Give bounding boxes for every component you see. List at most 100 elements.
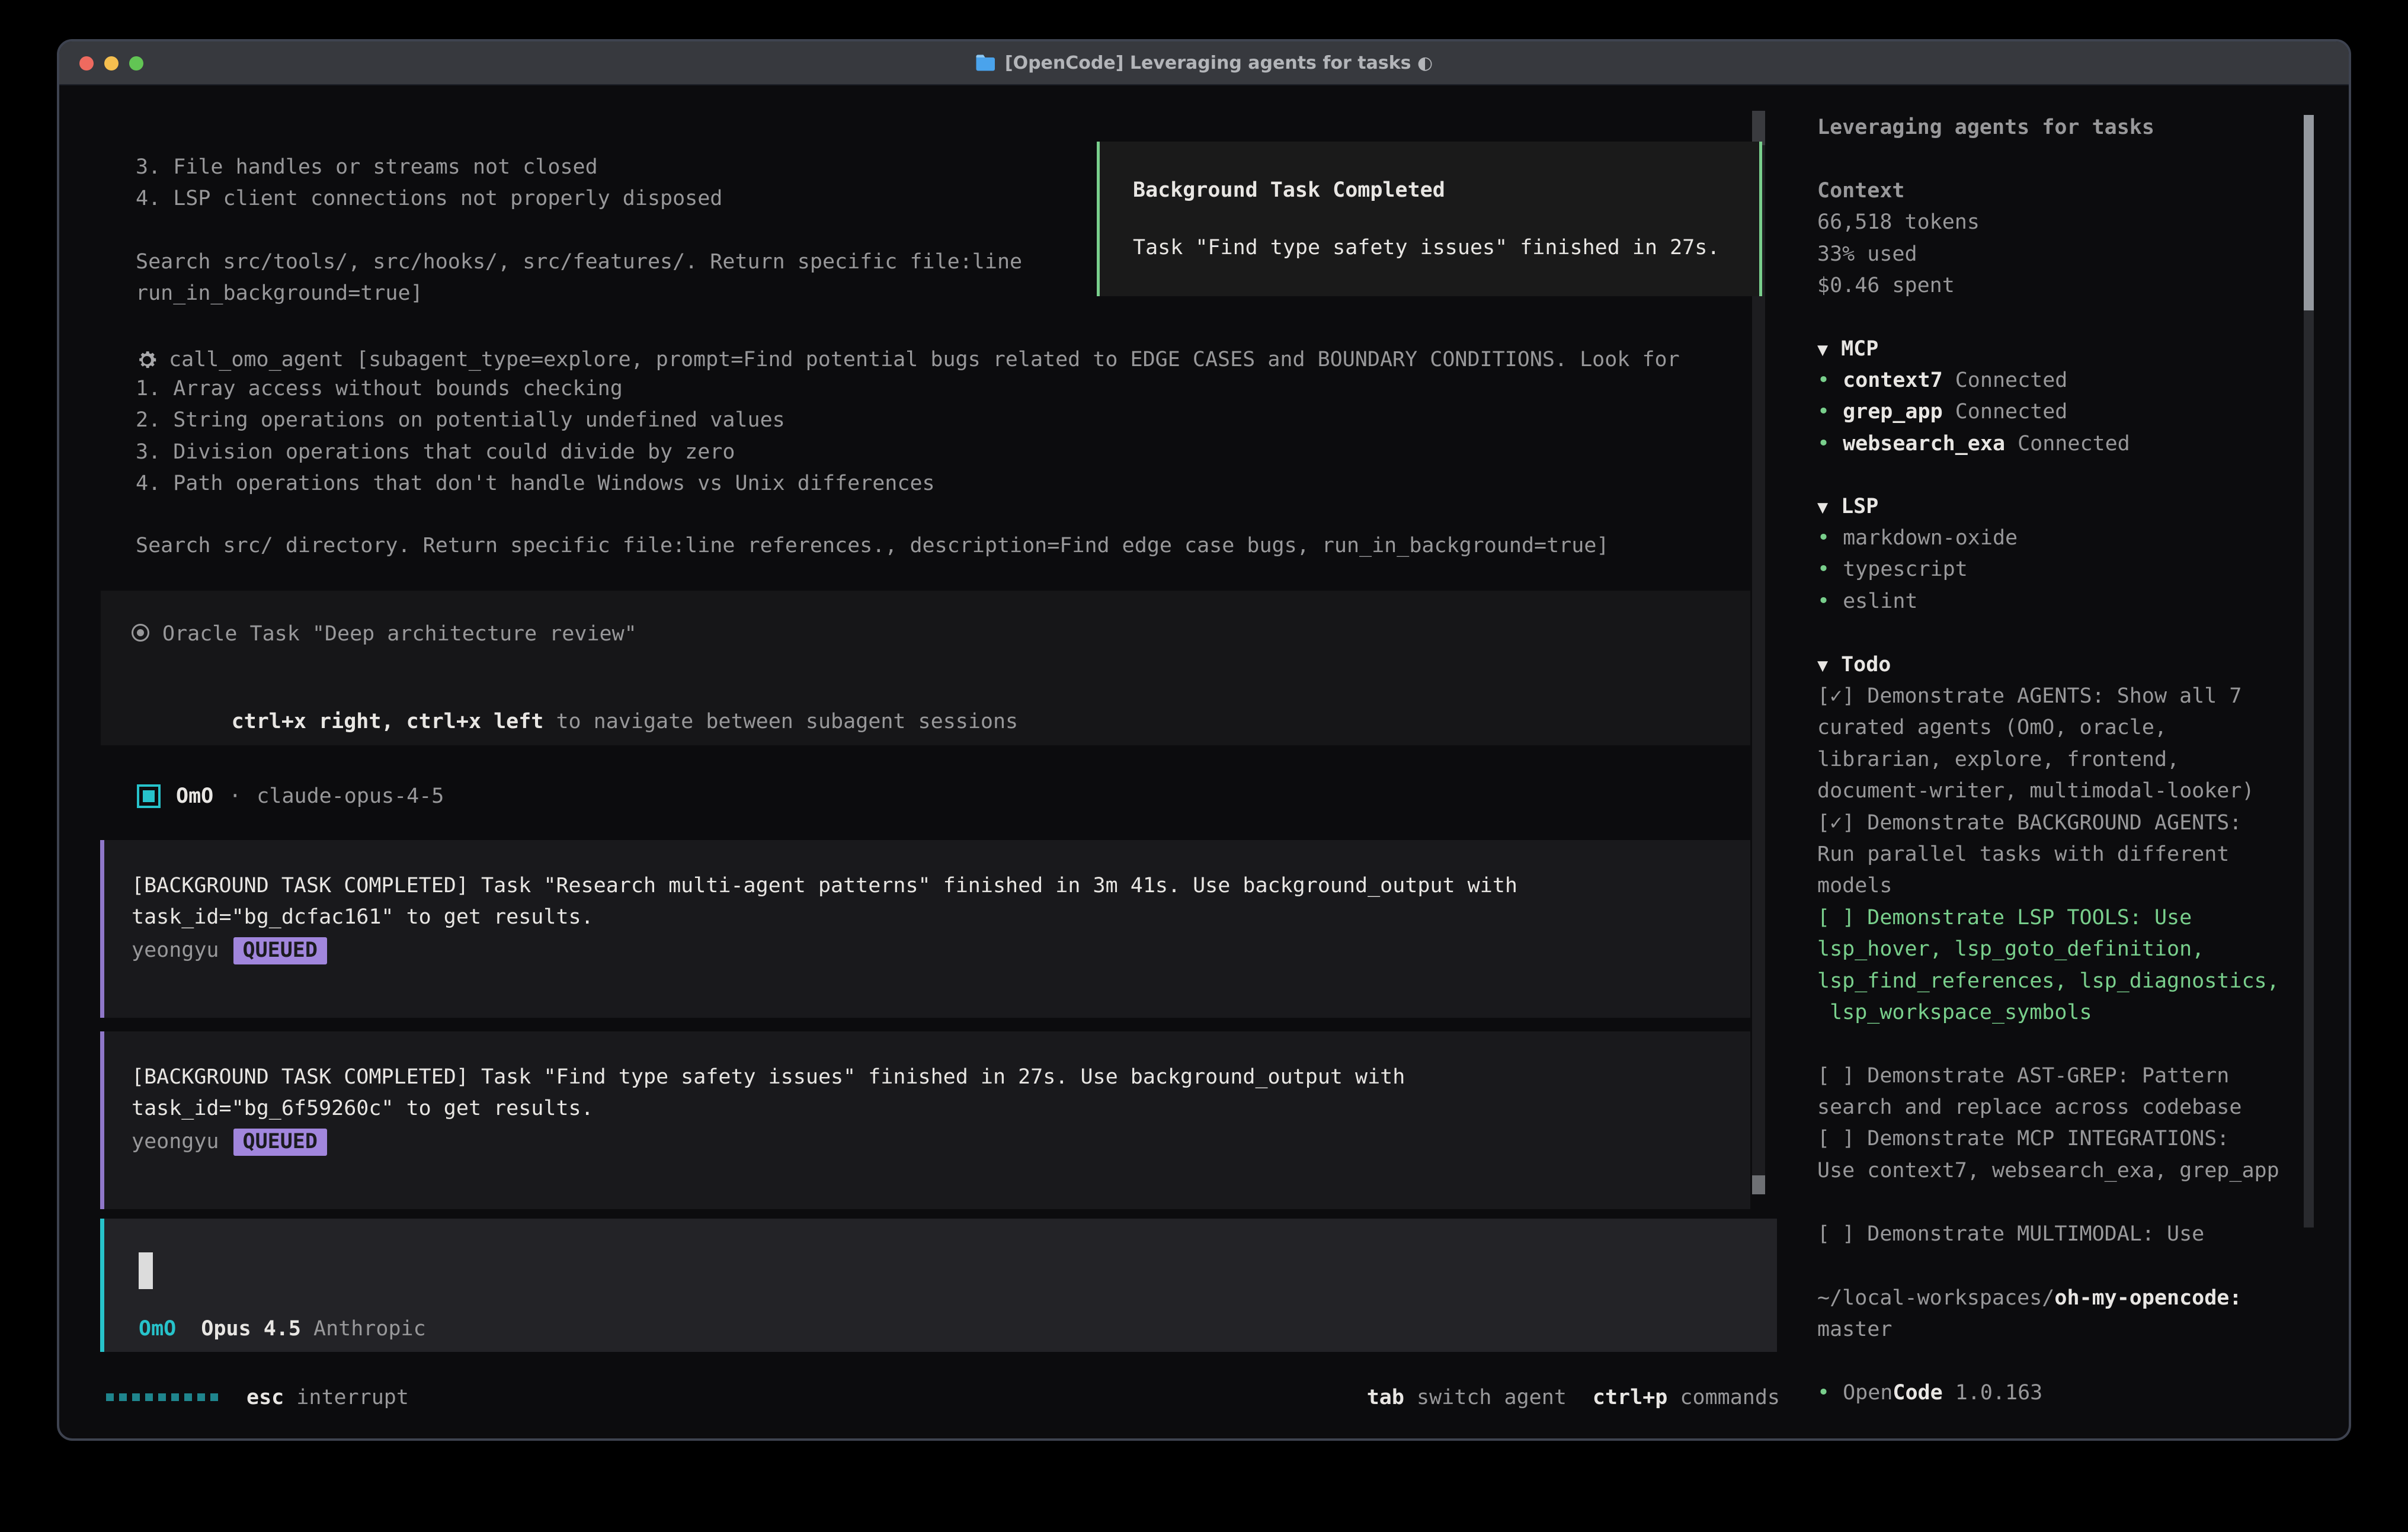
maximize-button[interactable] bbox=[129, 56, 143, 70]
todo-line: lsp_find_references, lsp_diagnostics, bbox=[1817, 969, 2315, 1001]
todo-line: [✓] Demonstrate BACKGROUND AGENTS: bbox=[1817, 811, 2315, 842]
hint-key: ctrl+p bbox=[1593, 1386, 1667, 1409]
sidebar-mcp-header[interactable]: ▼MCP bbox=[1817, 337, 2315, 368]
transcript-line: Search src/tools/, src/hooks/, src/featu… bbox=[136, 250, 1022, 281]
tool-call-text: call_omo_agent [subagent_type=explore, p… bbox=[169, 344, 1680, 376]
lsp-item: • eslint bbox=[1817, 589, 2315, 621]
input-agent-name: OmO bbox=[139, 1317, 176, 1341]
todo-line: document-writer, multimodal-looker) bbox=[1817, 779, 2315, 810]
workspace-repo: oh-my-opencode: bbox=[2054, 1286, 2242, 1310]
green-dot-icon: • bbox=[1817, 1381, 1830, 1405]
todo-line: [ ] Demonstrate LSP TOOLS: Use bbox=[1817, 906, 2315, 937]
sidebar-lsp-header[interactable]: ▼ LSP bbox=[1817, 495, 2315, 526]
sidebar-scrollbar-thumb[interactable] bbox=[2304, 115, 2314, 310]
todo-line: search and replace across codebase bbox=[1817, 1095, 2315, 1127]
app-version: 1.0.163 bbox=[1955, 1381, 2043, 1405]
sidebar-lsp-list: •markdown-oxide•typescript•eslint bbox=[1817, 526, 2315, 621]
hint-key-ctrlx-left: ctrl+x left bbox=[406, 710, 544, 733]
oracle-task-box: Oracle Task "Deep architecture review" c… bbox=[101, 591, 1750, 745]
transcript-line: 4. LSP client connections not properly d… bbox=[136, 187, 722, 218]
fisheye-icon bbox=[132, 624, 149, 642]
bug-list: 1. Array access without bounds checking2… bbox=[136, 377, 935, 504]
bug-list-item: 4. Path operations that don't handle Win… bbox=[136, 472, 935, 503]
prompt-input[interactable]: OmO Opus 4.5 Anthropic bbox=[100, 1219, 1777, 1352]
notification-title: Background Task Completed bbox=[1133, 178, 1735, 202]
bug-list-item: 3. Division operations that could divide… bbox=[136, 440, 935, 472]
username: yeongyu bbox=[132, 1130, 219, 1153]
main-scrollbar-thumb-top[interactable] bbox=[1752, 111, 1765, 145]
sidebar-workspace: ~/local-workspaces/oh-my-opencode: maste… bbox=[1817, 1286, 2315, 1350]
sidebar-todo-header[interactable]: ▼ Todo bbox=[1817, 653, 2315, 684]
model-selector[interactable]: OmO Opus 4.5 Anthropic bbox=[139, 1317, 426, 1341]
keyboard-hint: ctrl+p commands bbox=[1593, 1386, 1780, 1409]
task-card-user-row: yeongyuQUEUED bbox=[132, 937, 1733, 969]
keyboard-hint: tab switch agent bbox=[1367, 1386, 1567, 1409]
hint-key: tab bbox=[1367, 1386, 1404, 1409]
hint-text: to navigate between subagent sessions bbox=[556, 710, 1018, 733]
mcp-item-name: context7 bbox=[1843, 368, 1943, 392]
context-heading: Context bbox=[1817, 179, 2315, 210]
todo-line bbox=[1817, 1190, 2315, 1222]
minimize-button[interactable] bbox=[104, 56, 119, 70]
agent-name: OmO bbox=[176, 784, 213, 808]
close-button[interactable] bbox=[79, 56, 94, 70]
workspace-branch: master bbox=[1817, 1318, 2315, 1349]
sidebar-footer: • OpenCode 1.0.163 bbox=[1817, 1381, 2315, 1412]
window-title: [OpenCode] Leveraging agents for tasks ◐ bbox=[1005, 53, 1433, 73]
task-card: [BACKGROUND TASK COMPLETED] Task "Find t… bbox=[100, 1031, 1750, 1209]
hint-label: switch agent bbox=[1417, 1386, 1567, 1409]
context-spent: $0.46 spent bbox=[1817, 274, 2315, 305]
lsp-heading: LSP bbox=[1841, 495, 1878, 518]
chevron-down-icon: ▼ bbox=[1817, 655, 1828, 676]
text-cursor bbox=[139, 1252, 153, 1289]
transcript-search-block: Search src/tools/, src/hooks/, src/featu… bbox=[136, 250, 1022, 313]
app-name-dim: Open bbox=[1843, 1381, 1893, 1405]
todo-heading: Todo bbox=[1841, 653, 1891, 677]
todo-line: [ ] Demonstrate AST-GREP: Pattern bbox=[1817, 1064, 2315, 1095]
spinner-dots-icon bbox=[106, 1393, 218, 1401]
username: yeongyu bbox=[132, 938, 219, 962]
hint-key-ctrlx-right: ctrl+x right, bbox=[232, 710, 394, 733]
agent-separator: · bbox=[229, 784, 241, 808]
input-model-name: Opus 4.5 bbox=[201, 1317, 301, 1341]
todo-line: curated agents (OmO, oracle, bbox=[1817, 716, 2315, 747]
chevron-down-icon: ▼ bbox=[1817, 497, 1828, 518]
input-provider-name: Anthropic bbox=[313, 1317, 426, 1341]
task-card-line1: [BACKGROUND TASK COMPLETED] Task "Find t… bbox=[132, 1065, 1733, 1097]
chevron-down-icon: ▼ bbox=[1817, 339, 1828, 360]
mcp-item-name: websearch_exa bbox=[1843, 432, 2005, 456]
green-dot-icon: • bbox=[1817, 432, 1830, 456]
sidebar-context-section: Context 66,518 tokens 33% used $0.46 spe… bbox=[1817, 179, 2315, 306]
lsp-item-name: typescript bbox=[1843, 557, 1968, 581]
app-name-bold: Code bbox=[1893, 1381, 1942, 1405]
agent-model: claude-opus-4-5 bbox=[257, 784, 444, 808]
transcript-line: run_in_background=true] bbox=[136, 281, 1022, 313]
bug-list-item: 1. Array access without bounds checking bbox=[136, 377, 935, 408]
mcp-item-status: Connected bbox=[1955, 400, 2068, 424]
context-tokens: 66,518 tokens bbox=[1817, 210, 2315, 242]
transcript-line: 3. File handles or streams not closed bbox=[136, 155, 722, 187]
workspace-path: ~/local-workspaces/ bbox=[1817, 1286, 2054, 1310]
todo-line: models bbox=[1817, 874, 2315, 905]
background-task-notification: Background Task Completed Task "Find typ… bbox=[1097, 142, 1762, 296]
sidebar-todo-list: [✓] Demonstrate AGENTS: Show all 7curate… bbox=[1817, 684, 2315, 1254]
mcp-item-name: grep_app bbox=[1843, 400, 1943, 424]
mcp-item: • context7 Connected bbox=[1817, 368, 2315, 400]
todo-line: Use context7, websearch_exa, grep_app bbox=[1817, 1159, 2315, 1190]
green-dot-icon: • bbox=[1817, 368, 1830, 392]
bug-list-item: 2. String operations on potentially unde… bbox=[136, 408, 935, 440]
transcript-scroll-lines: 3. File handles or streams not closed4. … bbox=[136, 155, 722, 219]
mcp-item-status: Connected bbox=[1955, 368, 2068, 392]
lsp-item-name: eslint bbox=[1843, 589, 1917, 613]
oracle-task-title: Oracle Task "Deep architecture review" bbox=[162, 622, 637, 646]
gear-icon bbox=[136, 349, 158, 371]
hint-label: commands bbox=[1680, 1386, 1780, 1409]
titlebar[interactable]: [OpenCode] Leveraging agents for tasks ◐ bbox=[59, 41, 2349, 85]
main-scrollbar-thumb-bottom[interactable] bbox=[1752, 1175, 1765, 1194]
green-dot-icon: • bbox=[1817, 589, 1830, 613]
lsp-item-name: markdown-oxide bbox=[1843, 526, 2018, 550]
mcp-item: •grep_app Connected bbox=[1817, 400, 2315, 431]
todo-line: librarian, explore, frontend, bbox=[1817, 748, 2315, 779]
status-bar-right: tab switch agent ctrl+p commands bbox=[1341, 1382, 1780, 1413]
context-used: 33% used bbox=[1817, 242, 2315, 274]
